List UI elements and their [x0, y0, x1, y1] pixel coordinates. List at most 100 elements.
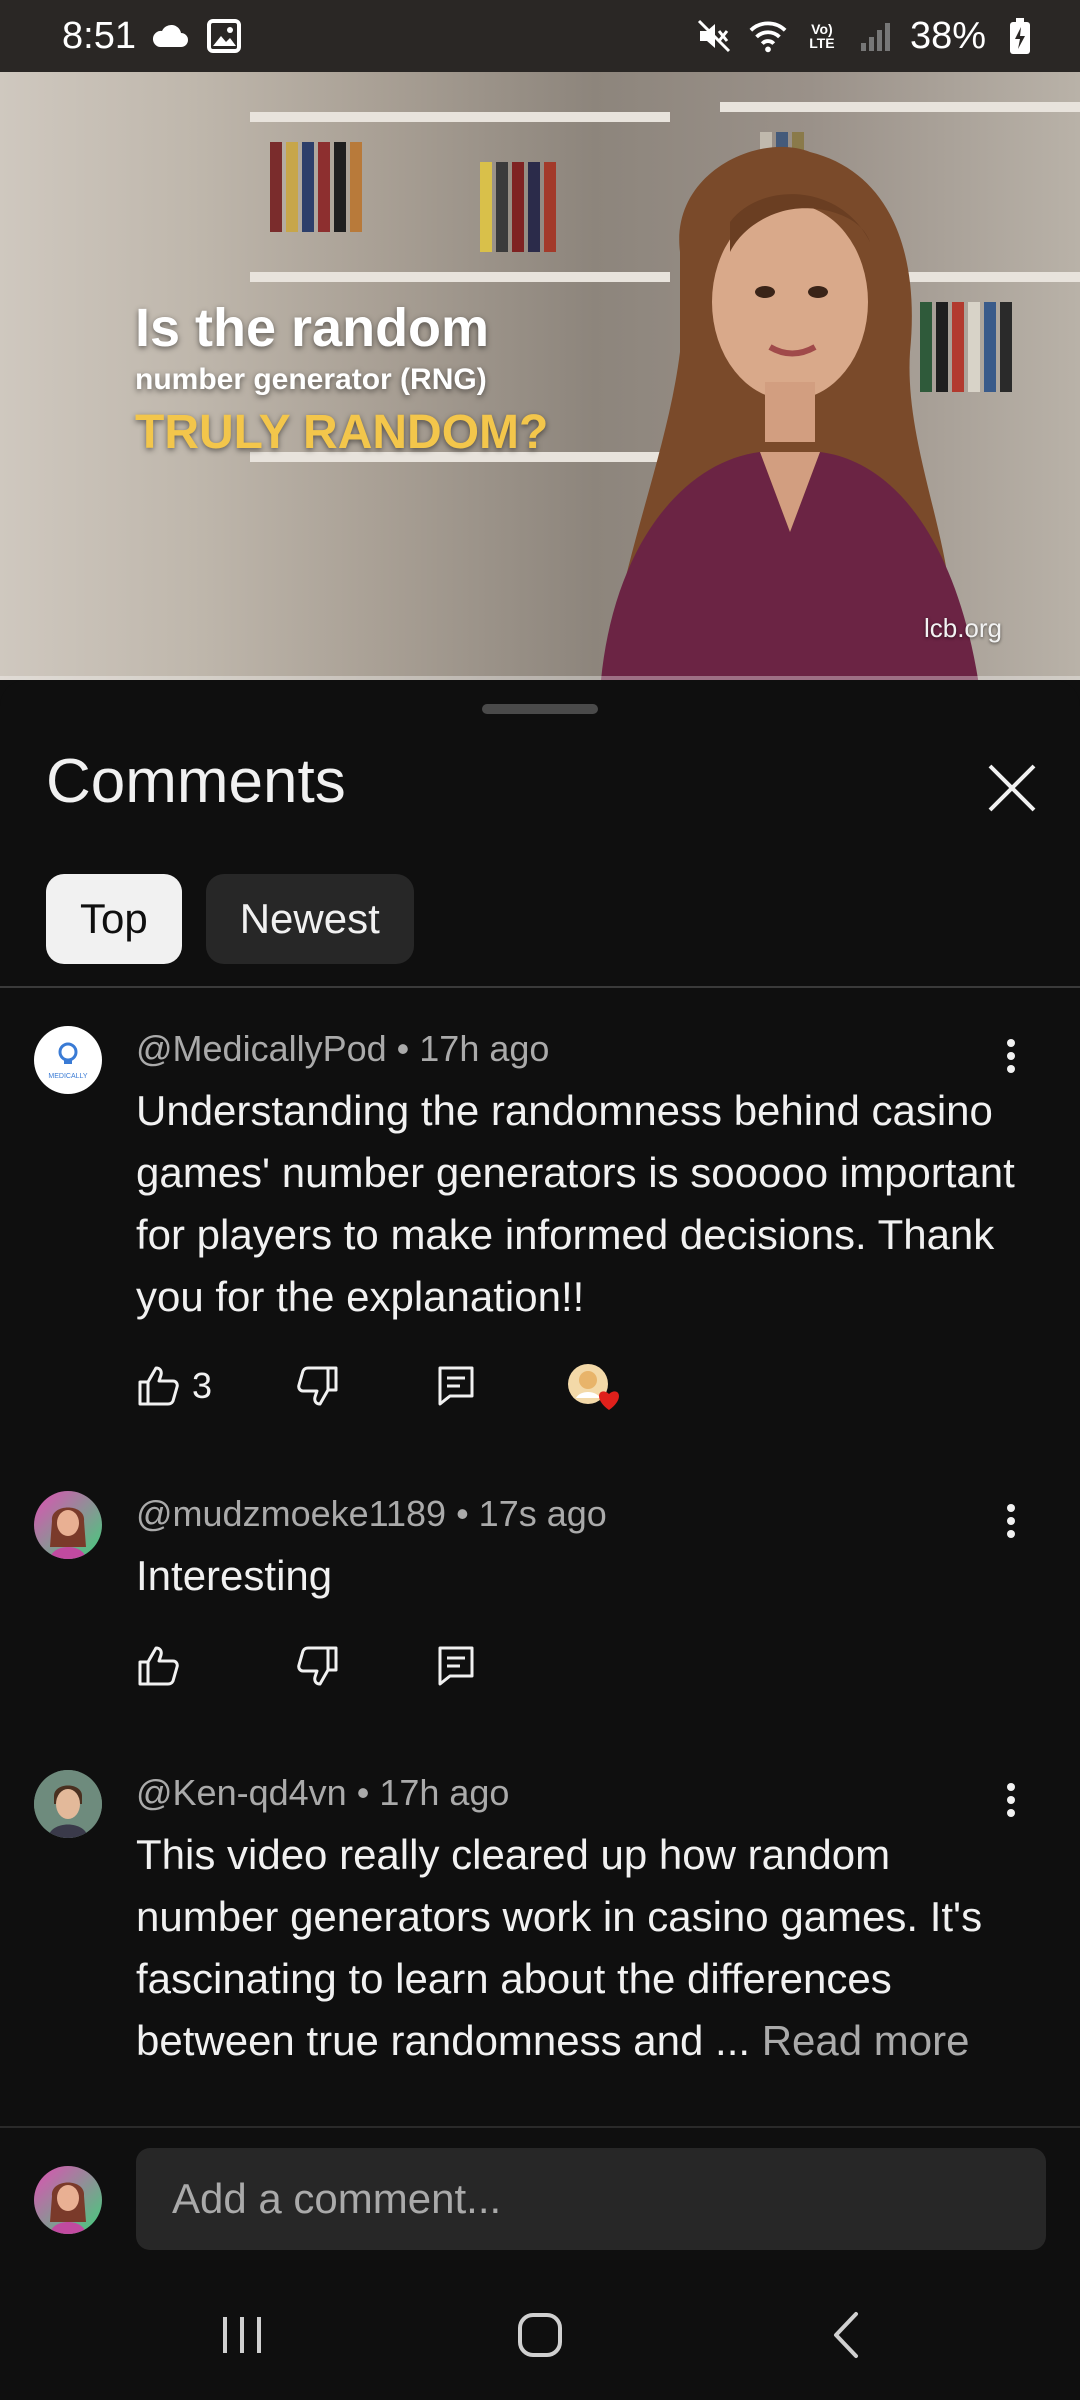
comment-actions: [136, 1638, 566, 1694]
meta-separator: •: [396, 1028, 420, 1069]
video-overlay-title: Is the random number generator (RNG) TRU…: [135, 297, 548, 460]
book-decor: [544, 162, 556, 252]
book-decor: [318, 142, 330, 232]
shelf-decor: [720, 102, 1080, 112]
video-title-line3: TRULY RANDOM?: [135, 406, 549, 459]
book-decor: [496, 162, 508, 252]
more-options-button[interactable]: [986, 1770, 1036, 1830]
avatar[interactable]: [34, 1491, 102, 1559]
comment-meta: @MedicallyPod • 17h ago: [136, 1028, 549, 1070]
user-avatar: [50, 2182, 86, 2234]
comment-text: Interesting: [136, 1552, 333, 1599]
creator-heart-badge[interactable]: [566, 1362, 619, 1410]
medicallypod-logo-avatar: MEDICALLY: [48, 1042, 88, 1080]
comment-meta: @mudzmoeke1189 • 17s ago: [136, 1493, 607, 1535]
thumbs-down-icon: [297, 1646, 338, 1686]
book-decor: [1000, 302, 1012, 392]
shelf-decor: [250, 112, 670, 122]
like-count: 3: [192, 1365, 213, 1406]
reply-icon: [438, 1646, 474, 1686]
cloud-icon: [150, 16, 190, 56]
reply-icon: [438, 1366, 474, 1406]
comment-author[interactable]: @MedicallyPod: [136, 1028, 387, 1069]
book-decor: [528, 162, 540, 252]
lte-icon: Vo) LTE: [802, 16, 842, 56]
book-decor: [512, 162, 524, 252]
comment-actions: 3: [136, 1358, 619, 1414]
thumbs-up-icon: [138, 1646, 179, 1686]
signal-icon: [856, 16, 896, 56]
chip-newest[interactable]: Newest: [205, 874, 414, 964]
chip-top[interactable]: Top: [46, 874, 182, 964]
meta-separator: •: [456, 1493, 479, 1534]
status-left: 8:51: [62, 15, 244, 58]
book-decor: [480, 162, 492, 252]
comments-sheet: Comments Top Newest MEDICALLY @Medically…: [0, 680, 1080, 2120]
mute-icon: [694, 16, 734, 56]
comment-time: 17h ago: [379, 1772, 510, 1813]
status-time: 8:51: [62, 14, 136, 57]
more-vert-icon: [1007, 1039, 1015, 1073]
comment-text: Understanding the randomness behind casi…: [136, 1087, 1015, 1320]
book-decor: [302, 142, 314, 232]
like-button[interactable]: 3: [136, 1364, 296, 1408]
comment-time: 17s ago: [478, 1493, 607, 1534]
more-vert-icon: [1007, 1504, 1015, 1538]
comment-author[interactable]: @mudzmoeke1189: [136, 1493, 446, 1534]
video-player[interactable]: Is the random number generator (RNG) TRU…: [0, 72, 1080, 680]
book-decor: [270, 142, 282, 232]
comment-meta: @Ken-qd4vn • 17h ago: [136, 1772, 509, 1814]
more-options-button[interactable]: [986, 1026, 1036, 1086]
battery-icon: [1000, 16, 1040, 56]
close-icon: [988, 764, 1036, 812]
avatar[interactable]: MEDICALLY: [34, 1026, 102, 1094]
avatar[interactable]: [34, 1770, 102, 1838]
add-comment-input[interactable]: Add a comment...: [136, 2148, 1046, 2250]
gallery-icon: [204, 16, 244, 56]
more-options-button[interactable]: [986, 1491, 1036, 1551]
comment-author[interactable]: @Ken-qd4vn: [136, 1772, 347, 1813]
lte-top-text: Vo): [811, 21, 833, 37]
heart-icon: [599, 1391, 619, 1410]
comment-time: 17h ago: [419, 1028, 550, 1069]
video-title-line1: Is the random: [135, 298, 490, 358]
sort-chips: Top Newest: [46, 874, 414, 964]
back-button[interactable]: [806, 2300, 886, 2370]
dislike-button[interactable]: [296, 1644, 436, 1688]
status-right: Vo) LTE 38%: [694, 15, 1040, 58]
wifi-icon: [748, 16, 788, 56]
current-user-avatar[interactable]: [34, 2166, 102, 2234]
books-decor: [270, 142, 362, 232]
dislike-button[interactable]: [296, 1364, 436, 1408]
like-button[interactable]: [136, 1644, 296, 1688]
book-decor: [286, 142, 298, 232]
reply-button[interactable]: [436, 1364, 566, 1408]
read-more-link[interactable]: Read more: [762, 2017, 970, 2064]
recents-button[interactable]: [202, 2300, 282, 2370]
drag-handle[interactable]: [482, 704, 598, 714]
close-button[interactable]: [976, 752, 1048, 824]
battery-percent: 38%: [909, 14, 986, 57]
lte-bottom-text: LTE: [809, 35, 835, 51]
back-chevron-icon: [834, 2312, 858, 2358]
reply-button[interactable]: [436, 1644, 566, 1688]
home-button[interactable]: [500, 2300, 580, 2370]
user-avatar: [34, 1770, 102, 1838]
comment-text: This video really cleared up how random …: [136, 1824, 1016, 2072]
meta-separator: •: [356, 1772, 380, 1813]
books-decor: [480, 162, 556, 252]
status-bar: 8:51 Vo) LTE 38%: [0, 0, 1080, 72]
system-nav-bar: [0, 2270, 1080, 2400]
book-decor: [350, 142, 362, 232]
recents-icon: [223, 2317, 261, 2353]
more-vert-icon: [1007, 1783, 1015, 1817]
add-comment-bar: Add a comment...: [0, 2126, 1080, 2270]
book-decor: [334, 142, 346, 232]
avatar-logo-text: MEDICALLY: [48, 1073, 87, 1080]
screen: 8:51 Vo) LTE 38% Is the random number ge…: [0, 0, 1080, 2400]
video-watermark: lcb.org: [923, 613, 1002, 643]
thumbs-up-icon: [138, 1366, 179, 1406]
thumbs-down-icon: [297, 1366, 338, 1406]
comments-list[interactable]: MEDICALLY @MedicallyPod • 17h ago Unders…: [0, 988, 1080, 2088]
home-icon: [518, 2313, 562, 2357]
